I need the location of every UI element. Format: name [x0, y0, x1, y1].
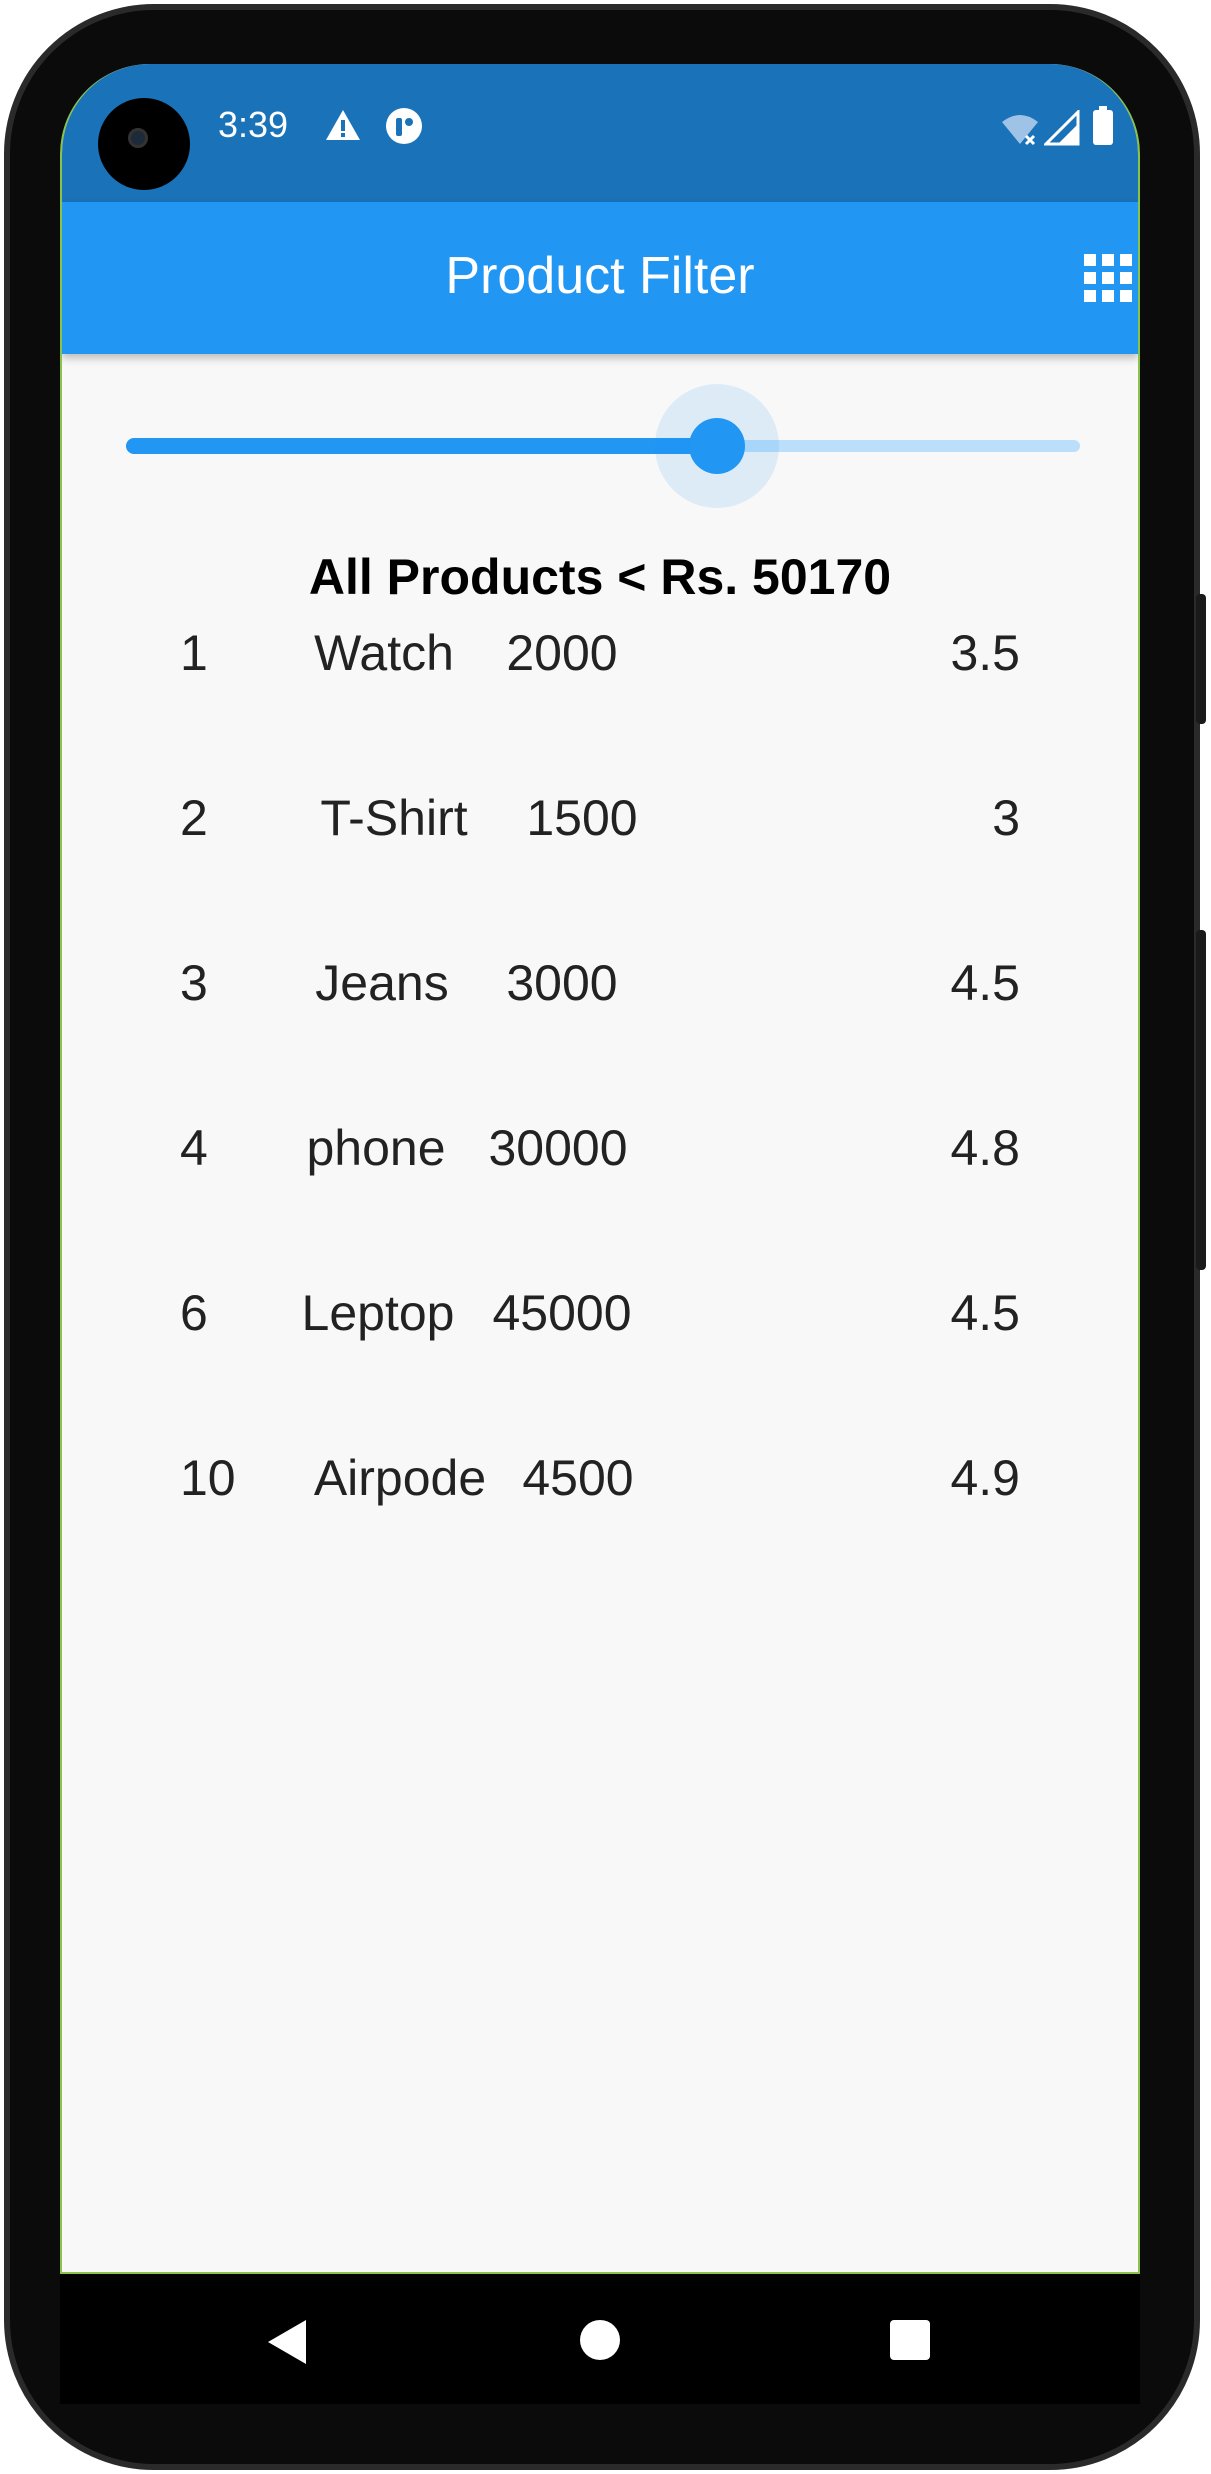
- table-row: 6 Leptop 45000 4.5: [62, 1284, 1138, 1364]
- signal-icon: [1044, 110, 1080, 146]
- product-rating: 3.5: [950, 625, 1020, 681]
- warning-icon: [326, 110, 360, 140]
- product-rating: 4.8: [950, 1120, 1020, 1176]
- product-id: 2: [180, 790, 208, 846]
- product-price: 45000: [492, 1285, 632, 1341]
- product-name: T-Shirt: [320, 790, 468, 846]
- product-id: 6: [180, 1285, 208, 1341]
- product-id: 4: [180, 1120, 208, 1176]
- recents-icon[interactable]: [890, 2320, 930, 2360]
- device-frame: 3:39 Product Filter All Products < Rs. 5…: [0, 0, 1211, 2474]
- volume-button: [1196, 930, 1206, 1270]
- filter-heading: All Products < Rs. 50170: [308, 549, 892, 605]
- product-rating: 4.5: [950, 955, 1020, 1011]
- wifi-icon: [1002, 115, 1038, 146]
- screen: 3:39 Product Filter All Products < Rs. 5…: [60, 64, 1140, 2274]
- home-icon[interactable]: [580, 2320, 620, 2360]
- grid-icon[interactable]: [1084, 254, 1132, 302]
- product-price: 3000: [506, 955, 618, 1011]
- power-button: [1196, 594, 1206, 724]
- product-id: 10: [180, 1450, 236, 1506]
- product-rating: 4.5: [950, 1285, 1020, 1341]
- product-id: 3: [180, 955, 208, 1011]
- front-camera: [98, 98, 190, 190]
- slider-active-track: [126, 438, 718, 454]
- app-notification-icon: [386, 108, 422, 144]
- status-time: 3:39: [218, 104, 289, 145]
- app-bar: Product Filter: [62, 202, 1138, 354]
- product-id: 1: [180, 625, 208, 681]
- table-row: 1 Watch 2000 3.5: [62, 624, 1138, 704]
- battery-icon: [1093, 106, 1113, 145]
- product-price: 2000: [506, 625, 618, 681]
- table-row: 2 T-Shirt 1500 3: [62, 789, 1138, 869]
- product-rating: 4.9: [950, 1450, 1020, 1506]
- product-name: Watch: [314, 625, 454, 681]
- system-nav-bar: [60, 2274, 1140, 2404]
- page-title: Product Filter: [445, 247, 755, 305]
- table-row: 4 phone 30000 4.8: [62, 1119, 1138, 1199]
- product-name: Jeans: [315, 955, 449, 1011]
- product-name: Airpode: [313, 1450, 487, 1506]
- table-row: 3 Jeans 3000 4.5: [62, 954, 1138, 1034]
- status-bar: 3:39: [62, 64, 1138, 202]
- product-name: Leptop: [301, 1285, 455, 1341]
- product-price: 4500: [522, 1450, 634, 1506]
- product-price: 30000: [488, 1120, 628, 1176]
- product-price: 1500: [526, 790, 638, 846]
- price-slider[interactable]: [126, 384, 1080, 508]
- table-row: 10 Airpode 4500 4.9: [62, 1449, 1138, 1529]
- product-name: phone: [306, 1120, 446, 1176]
- back-icon[interactable]: [266, 2318, 310, 2366]
- product-rating: 3: [992, 790, 1020, 846]
